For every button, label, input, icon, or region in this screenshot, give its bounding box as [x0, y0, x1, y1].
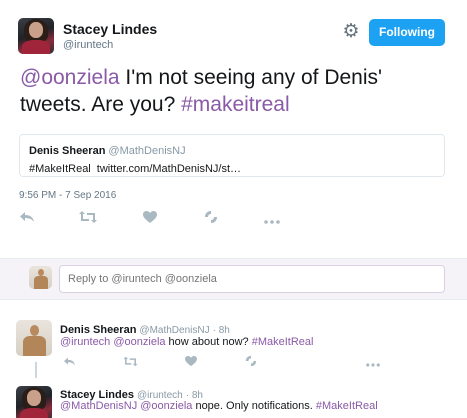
reply-mentions[interactable]: @iruntech @oonziela [60, 336, 166, 348]
reply-tweet[interactable]: Denis Sheeran @MathDenisNJ · 8h @iruntech … [0, 312, 467, 378]
moments-icon[interactable] [200, 209, 222, 229]
divider [0, 299, 467, 300]
author-name[interactable]: Stacey Lindes [63, 21, 157, 37]
reply-avatar[interactable] [16, 320, 52, 356]
author-avatar[interactable] [18, 18, 54, 54]
moments-icon[interactable] [242, 355, 260, 371]
reply-body: nope. Only notifications. [192, 400, 316, 412]
heart-icon[interactable] [139, 209, 161, 229]
reply-text: @iruntech @oonziela how about now? #Make… [60, 336, 314, 348]
quoted-author-name: Denis Sheeran [29, 145, 106, 157]
reply-input[interactable] [59, 265, 445, 293]
main-tweet: Stacey Lindes @iruntech ⚙ Following @oon… [0, 0, 467, 258]
reply-text: @MathDenisNJ @oonziela nope. Only notifi… [60, 400, 378, 412]
more-icon[interactable] [364, 355, 382, 371]
reply-author-handle[interactable]: @MathDenisNJ [139, 325, 209, 336]
quoted-author-handle: @MathDenisNJ [108, 145, 186, 157]
reply-author-name[interactable]: Denis Sheeran [60, 324, 136, 336]
gear-icon[interactable]: ⚙ [341, 22, 361, 42]
retweet-icon[interactable] [77, 209, 99, 229]
heart-icon[interactable] [182, 355, 200, 371]
quoted-tweet[interactable]: Denis Sheeran @MathDenisNJ #MakeItReal twi… [19, 134, 445, 177]
author-handle[interactable]: @iruntech [63, 39, 113, 51]
reply-avatar[interactable] [16, 386, 52, 418]
tweet-text: @oonziela I'm not seeing any of Denis' t… [20, 64, 450, 118]
reply-icon[interactable] [60, 355, 78, 371]
reply-time[interactable]: · 8h [213, 325, 230, 336]
tweet-hashtag[interactable]: #makeitreal [181, 93, 290, 116]
reply-icon[interactable] [16, 209, 38, 229]
following-button[interactable]: Following [369, 19, 445, 46]
tweet-mention[interactable]: @oonziela [20, 66, 120, 89]
user-avatar [29, 266, 52, 289]
retweet-icon[interactable] [121, 355, 139, 371]
reply-hashtag[interactable]: #MakeItReal [316, 400, 378, 412]
quoted-link: twitter.com/MathDenisNJ/st… [96, 163, 242, 175]
reply-body: how about now? [165, 336, 252, 348]
tweet-timestamp[interactable]: 9:56 PM - 7 Sep 2016 [19, 190, 116, 201]
reply-tweet[interactable]: Stacey Lindes @iruntech · 8h @MathDenisNJ … [0, 378, 467, 418]
quoted-hashtag: #MakeItReal [29, 163, 91, 175]
reply-mentions[interactable]: @MathDenisNJ @oonziela [60, 400, 192, 412]
more-icon[interactable] [261, 209, 283, 229]
reply-hashtag[interactable]: #MakeItReal [252, 336, 314, 348]
reply-composer [0, 259, 467, 299]
